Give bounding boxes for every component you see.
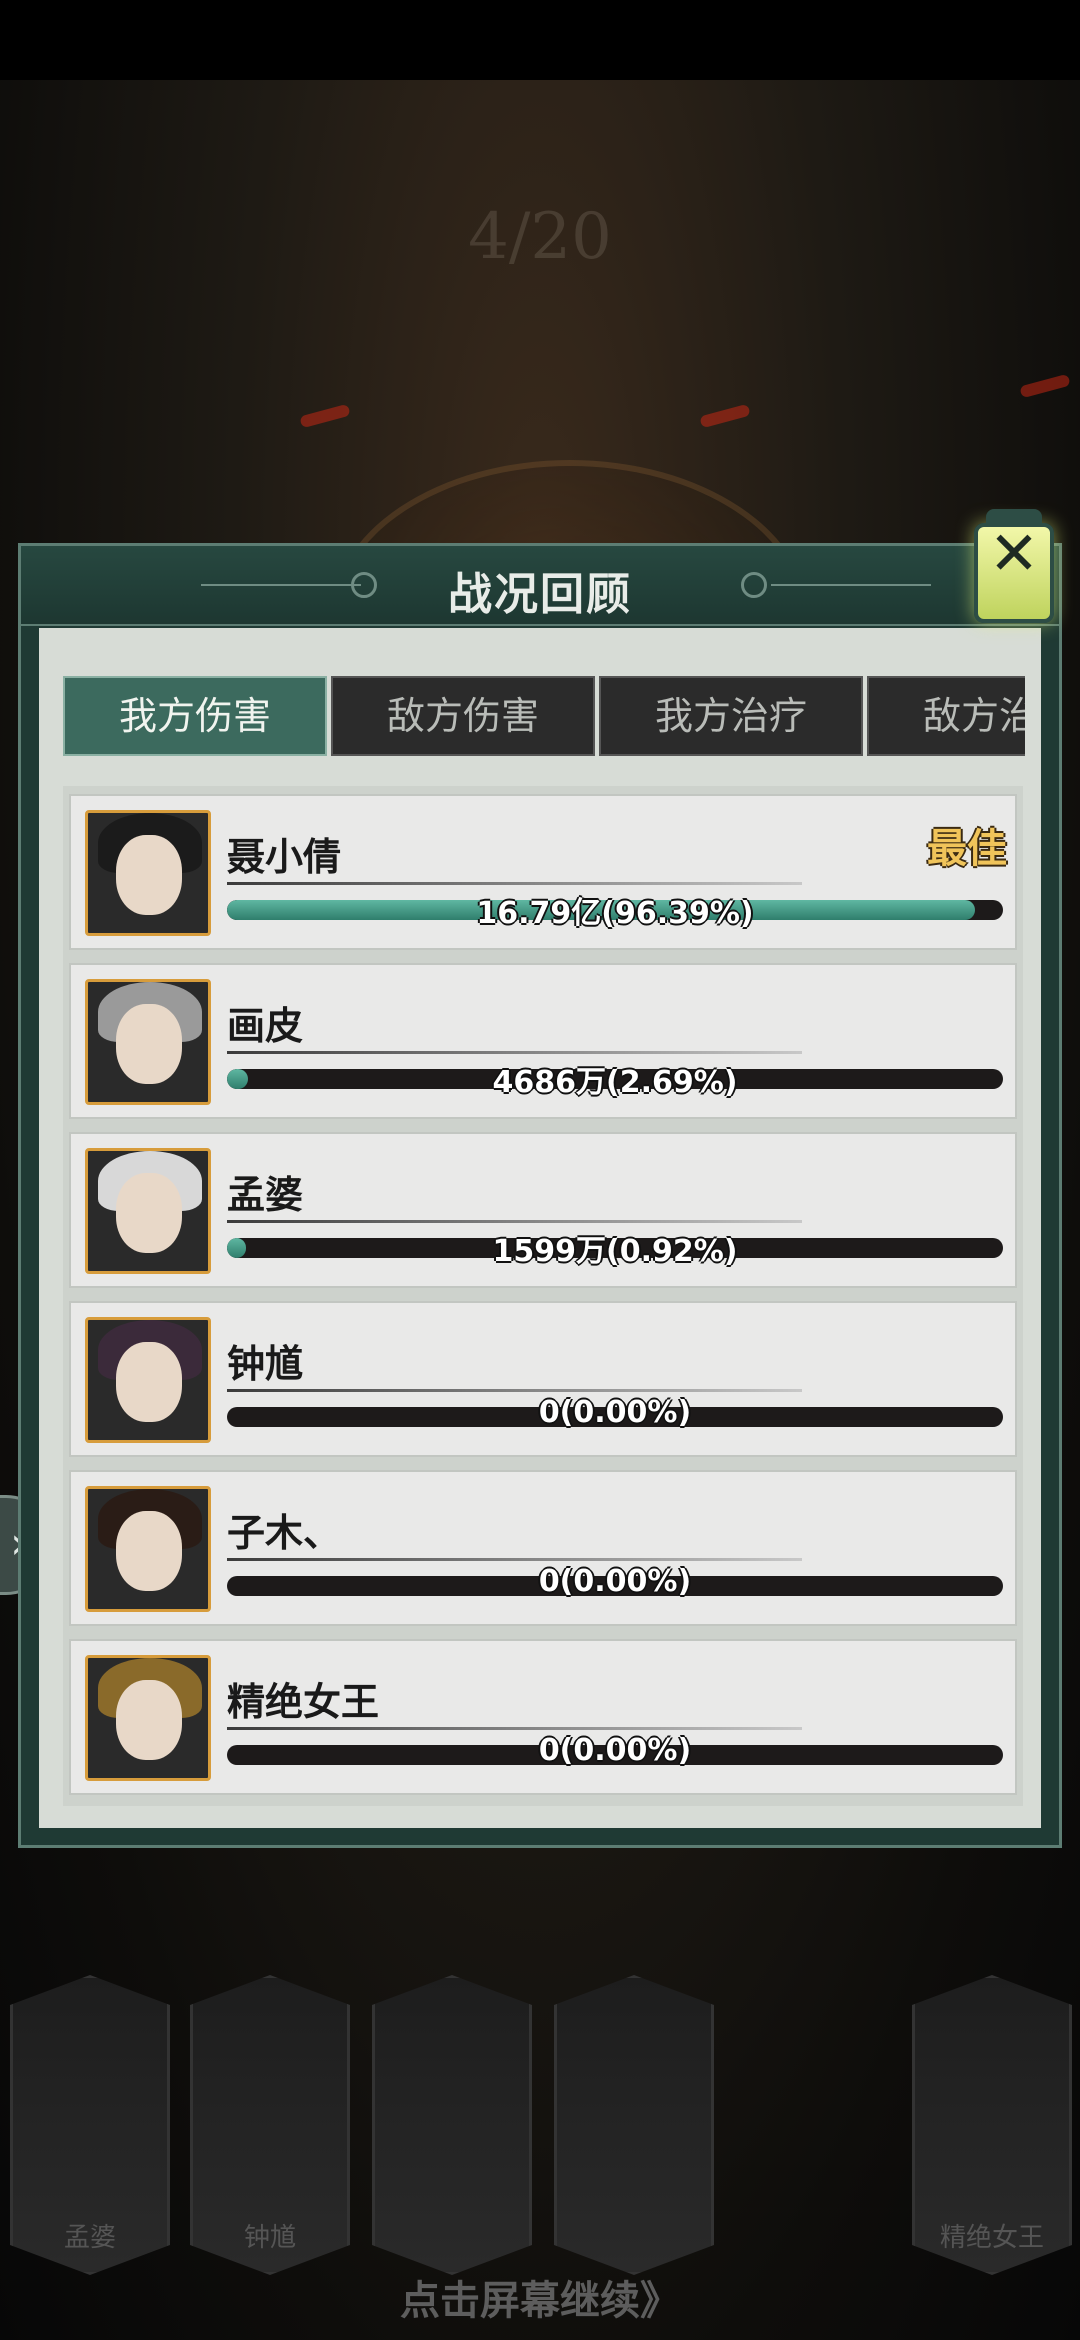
stat-row: 子木、 0(0.00%) [69, 1470, 1017, 1626]
hero-card: 钟馗 [190, 1975, 350, 2275]
hero-card-name: 精绝女王 [939, 2223, 1044, 2253]
ember-decoration [1019, 373, 1071, 399]
battle-review-panel: 战况回顾 我方伤害 敌方伤害 我方治疗 敌方治疗 聂小倩 16.79亿(96.39… [18, 543, 1062, 1848]
name-underline [227, 1389, 802, 1392]
hero-avatar[interactable] [85, 1486, 211, 1612]
stat-row: 画皮 4686万(2.69%) [69, 963, 1017, 1119]
damage-value: 0(0.00%) [538, 1395, 692, 1430]
name-underline [227, 1558, 802, 1561]
damage-value: 1599万(0.92%) [492, 1234, 738, 1269]
avatar-face [116, 1511, 182, 1591]
status-bar [0, 0, 1080, 80]
tab-row: 我方伤害 敌方伤害 我方治疗 敌方治疗 [63, 676, 1025, 758]
hero-avatar[interactable] [85, 1148, 211, 1274]
ember-decoration [299, 403, 351, 429]
panel-title: 战况回顾 [448, 569, 632, 620]
tab-enemy-healing[interactable]: 敌方治疗 [867, 676, 1025, 756]
hero-avatar[interactable] [85, 1655, 211, 1781]
avatar-face [116, 1680, 182, 1760]
avatar-face [116, 1342, 182, 1422]
close-icon: ✕ [988, 519, 1040, 589]
tap-to-continue[interactable]: 点击屏幕继续》 [0, 2268, 1080, 2326]
panel-title-bar: 战况回顾 [21, 546, 1059, 626]
name-underline [227, 1727, 802, 1730]
damage-stats-list[interactable]: 聂小倩 16.79亿(96.39%) 最佳画皮 4686万(2.69%) 孟婆 1599万… [63, 786, 1023, 1806]
hero-name: 画皮 [227, 1004, 304, 1048]
hero-card-name: 钟馗 [243, 2223, 296, 2253]
hero-name: 聂小倩 [227, 835, 342, 879]
damage-value: 16.79亿(96.39%) [476, 896, 754, 931]
name-underline [227, 1051, 802, 1054]
name-underline [227, 882, 802, 885]
hero-card [372, 1975, 532, 2275]
hero-name: 孟婆 [227, 1173, 304, 1217]
damage-value: 0(0.00%) [538, 1733, 692, 1768]
hero-card-strip: 孟婆 钟馗 精绝女王 [0, 1975, 1080, 2305]
stat-row: 钟馗 0(0.00%) [69, 1301, 1017, 1457]
stat-row: 精绝女王 0(0.00%) [69, 1639, 1017, 1795]
hero-name: 子木、 [227, 1511, 342, 1555]
avatar-face [116, 835, 182, 915]
best-badge: 最佳 [927, 826, 1007, 872]
damage-value: 4686万(2.69%) [492, 1065, 738, 1100]
panel-body: 我方伤害 敌方伤害 我方治疗 敌方治疗 聂小倩 16.79亿(96.39%) 最佳画… [39, 628, 1041, 1828]
hero-avatar[interactable] [85, 979, 211, 1105]
hero-avatar[interactable] [85, 810, 211, 936]
hero-avatar[interactable] [85, 1317, 211, 1443]
hero-card-name: 孟婆 [63, 2223, 116, 2253]
ember-decoration [699, 403, 751, 429]
close-button[interactable]: ✕ [968, 505, 1060, 635]
avatar-face [116, 1173, 182, 1253]
tab-our-damage[interactable]: 我方伤害 [63, 676, 327, 756]
hero-name: 钟馗 [227, 1342, 304, 1386]
title-ornament [741, 572, 767, 598]
stat-row: 孟婆 1599万(0.92%) [69, 1132, 1017, 1288]
stat-row: 聂小倩 16.79亿(96.39%) 最佳 [69, 794, 1017, 950]
hero-name: 精绝女王 [227, 1680, 380, 1724]
tab-enemy-damage[interactable]: 敌方伤害 [331, 676, 595, 756]
round-counter: 4/20 [468, 200, 612, 274]
hero-card: 孟婆 [10, 1975, 170, 2275]
title-ornament [771, 584, 931, 586]
hero-card [554, 1975, 714, 2275]
avatar-face [116, 1004, 182, 1084]
damage-value: 0(0.00%) [538, 1564, 692, 1599]
tab-our-healing[interactable]: 我方治疗 [599, 676, 863, 756]
hero-card: 精绝女王 [912, 1975, 1072, 2275]
name-underline [227, 1220, 802, 1223]
